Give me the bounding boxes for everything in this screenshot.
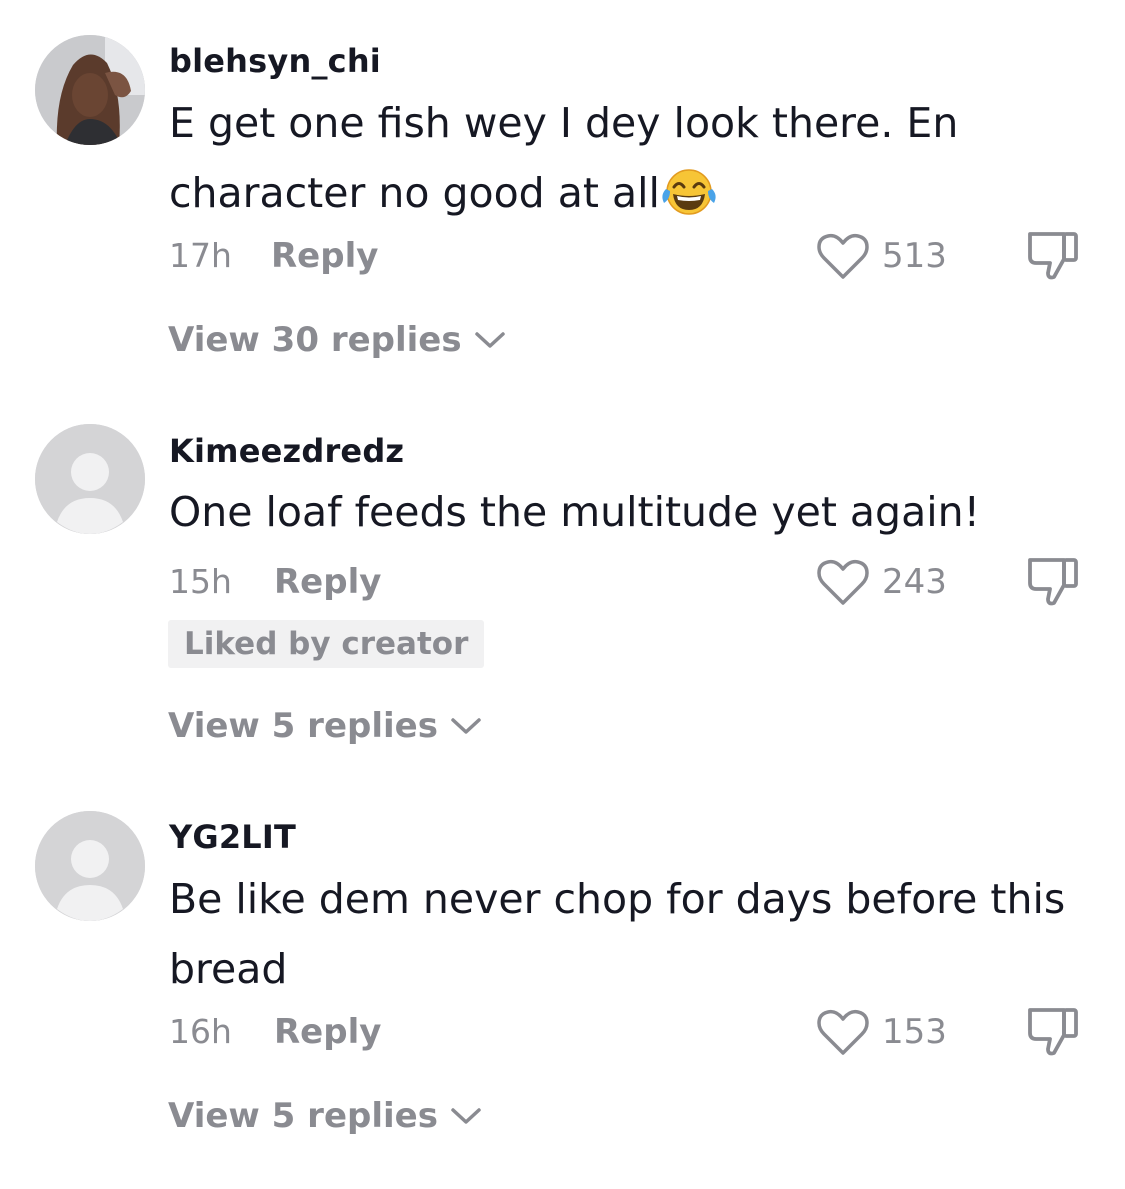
- reply-button[interactable]: Reply: [274, 1012, 381, 1052]
- username[interactable]: YG2LIT: [169, 818, 296, 856]
- avatar[interactable]: [35, 811, 145, 921]
- thumbs-down-icon[interactable]: [1026, 1005, 1082, 1059]
- like-count: 153: [882, 1012, 947, 1052]
- heart-outline-icon[interactable]: [817, 1009, 869, 1057]
- view-replies-button[interactable]: View 5 replies: [168, 1096, 482, 1136]
- comment-item: YG2LIT Be like dem never chop for days b…: [0, 0, 1125, 1180]
- chevron-down-icon: [451, 1108, 481, 1124]
- view-replies-label: View 5 replies: [168, 1096, 438, 1136]
- comment-text: Be like dem never chop for days before t…: [169, 875, 1066, 993]
- default-avatar-icon: [35, 811, 145, 921]
- timestamp: 16h: [169, 1012, 232, 1051]
